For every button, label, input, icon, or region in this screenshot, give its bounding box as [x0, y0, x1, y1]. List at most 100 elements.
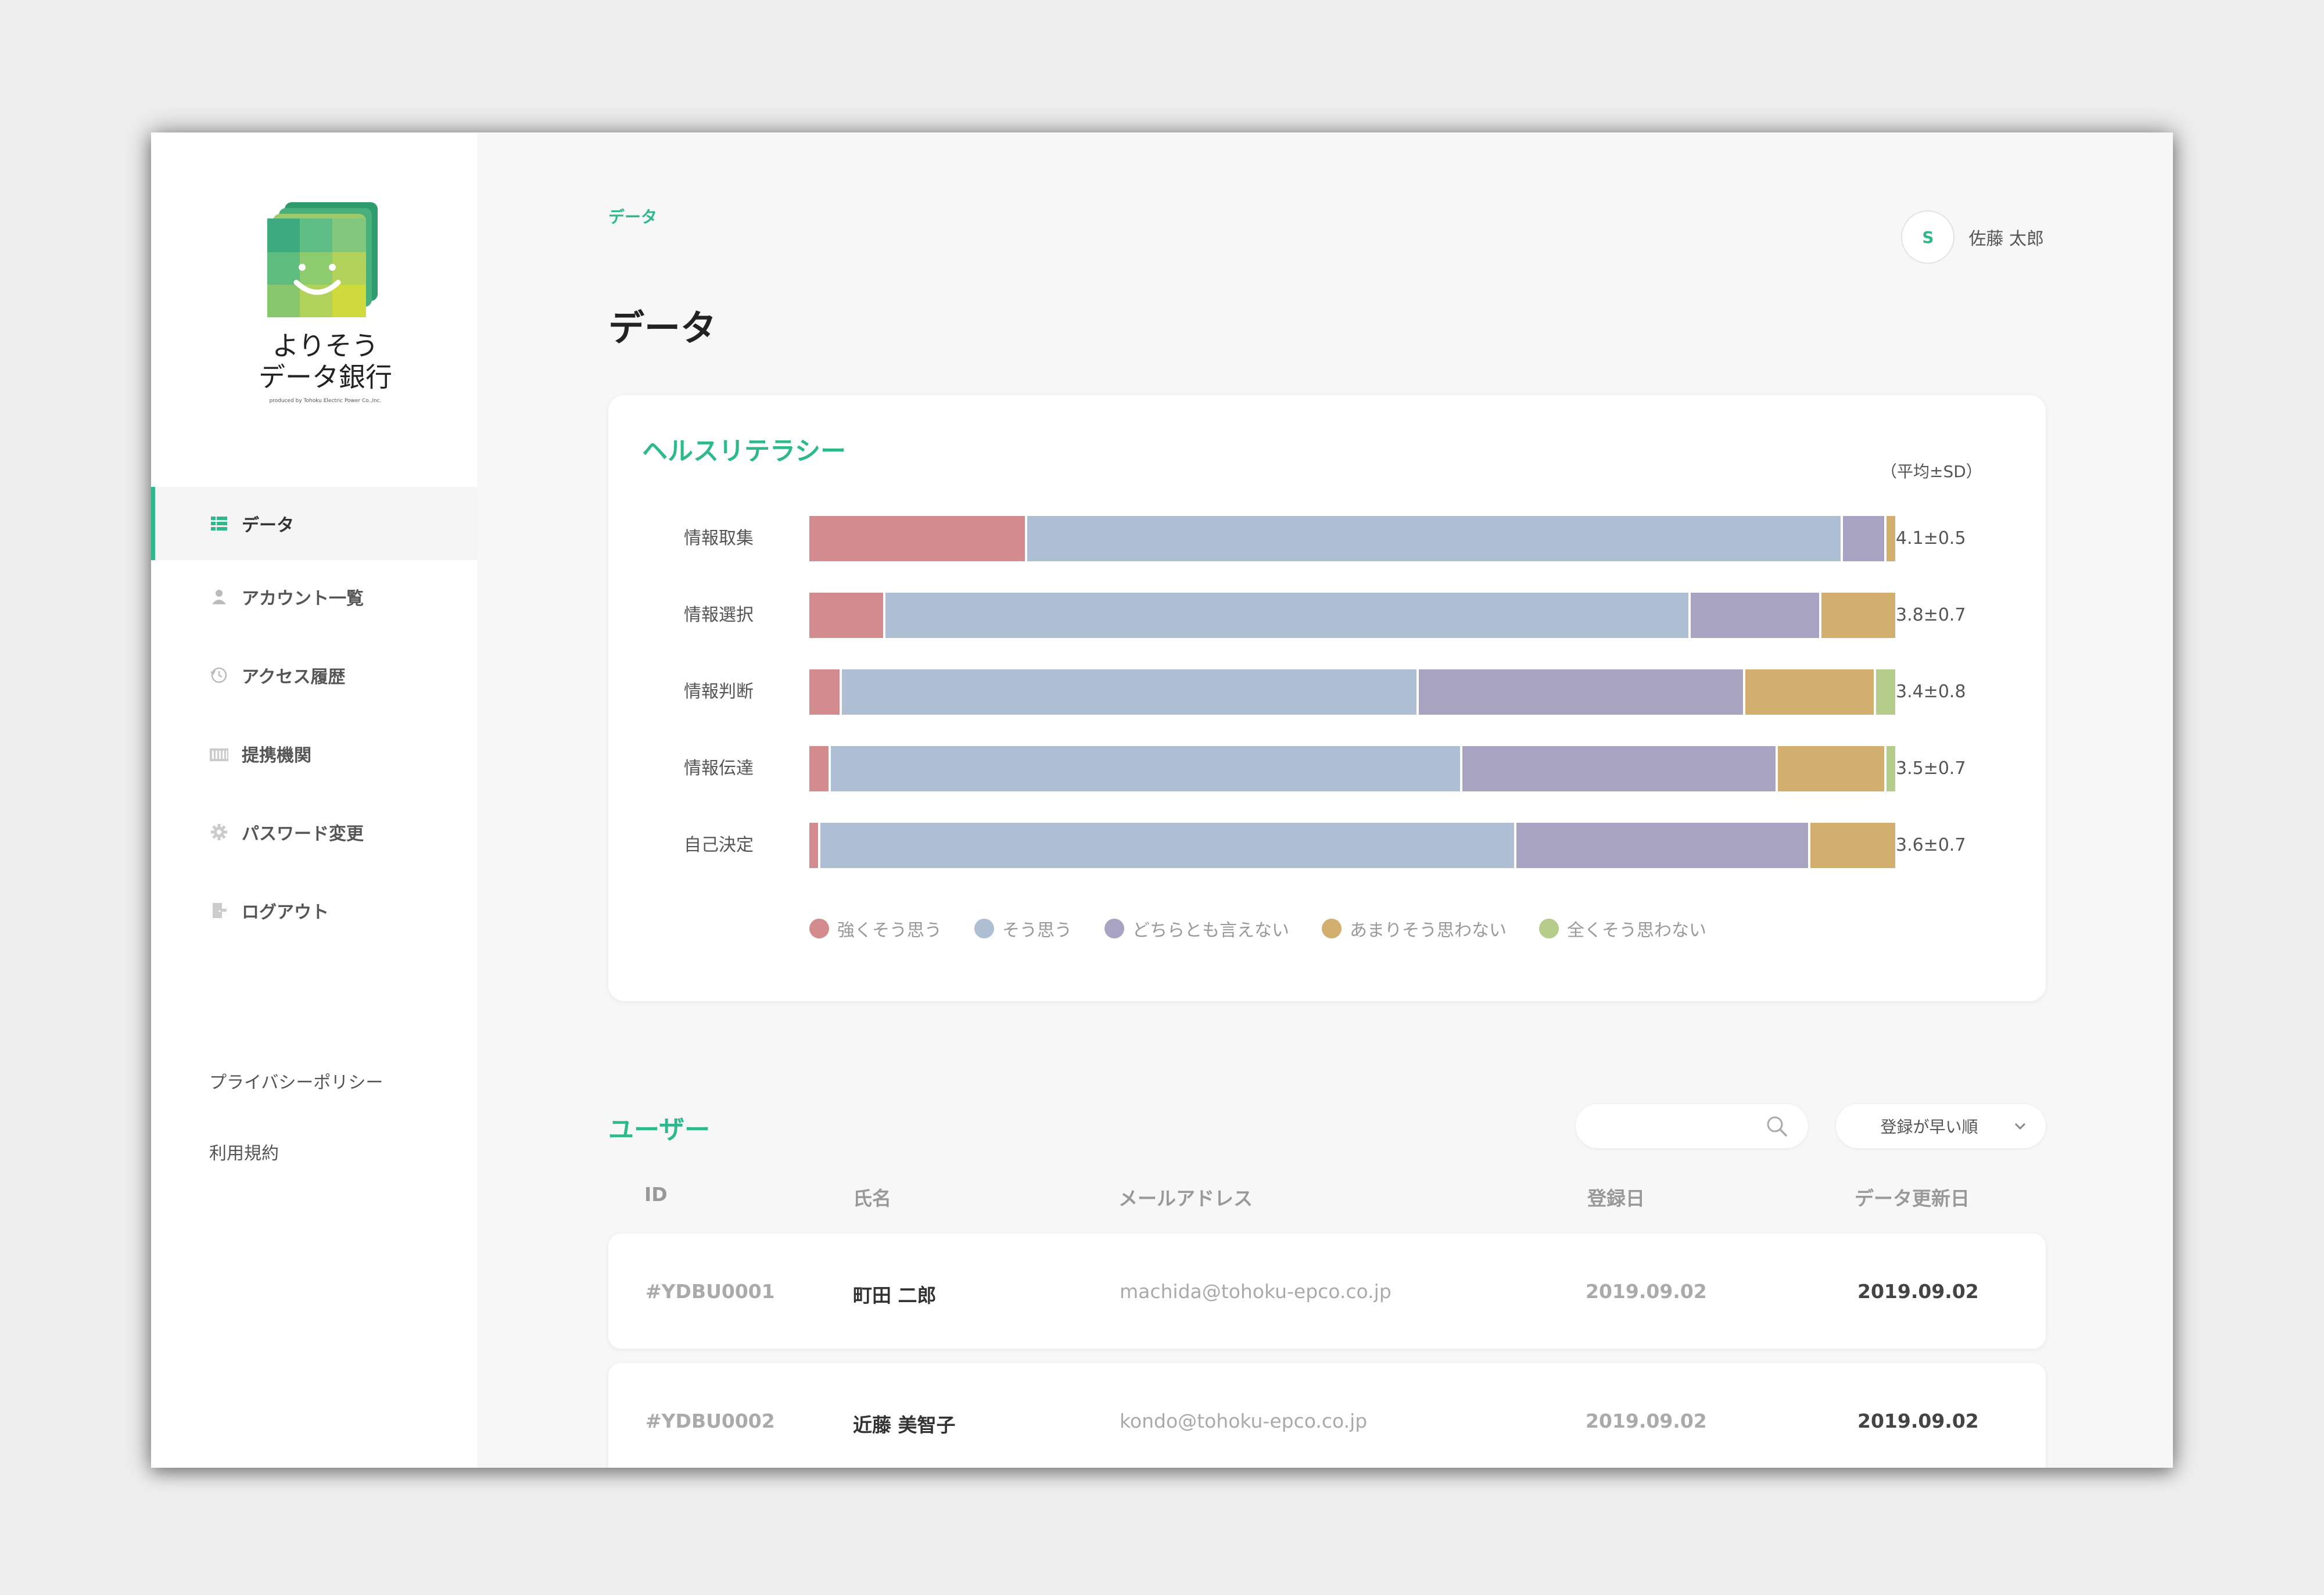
bar-stat-label: 3.4±0.8: [1896, 682, 1966, 702]
bar-segment: [1821, 593, 1895, 638]
sidebar-item-label: アカウント一覧: [242, 589, 364, 609]
legend-swatch: [1539, 919, 1559, 938]
page-title: データ: [608, 307, 717, 349]
bar-segment: [885, 593, 1689, 638]
sidebar-item-label: ログアウト: [242, 902, 329, 923]
cell-id: #YDBU0001: [645, 1280, 775, 1303]
column-header-updated: データ更新日: [1855, 1187, 1970, 1210]
bar-segment: [1691, 593, 1819, 638]
bar-segment: [831, 746, 1460, 791]
bar-segment: [809, 516, 1025, 561]
legend-item: あまりそう思わない: [1322, 916, 1507, 941]
sidebar-item-label: データ: [242, 515, 294, 536]
legend-swatch: [1322, 919, 1342, 938]
cell-name: 町田 二郎: [853, 1284, 937, 1307]
user-menu[interactable]: S 佐藤 太郎: [1901, 210, 2044, 264]
bar-category-label: 情報選択: [684, 605, 754, 625]
bar-segment: [842, 669, 1416, 715]
legend-swatch: [1104, 919, 1124, 938]
legend-item: そう思う: [974, 916, 1072, 941]
bar-category-label: 情報取集: [684, 528, 754, 549]
bar-segment: [1777, 746, 1885, 791]
legend-swatch: [974, 919, 994, 938]
health-literacy-card: ヘルスリテラシー （平均±SD） 情報取集 4.1±0.5 情報選択 3.8±0.7 情…: [608, 395, 2046, 1001]
cell-name: 近藤 美智子: [853, 1414, 956, 1436]
search-icon: [1767, 1116, 1787, 1137]
bar-segment: [1887, 746, 1895, 791]
main-content: データ データ S 佐藤 太郎 ヘルスリテラシー （平均±SD） 情報取集 4.1…: [477, 132, 2173, 1468]
gear-icon: [209, 822, 229, 842]
legend-label: 強くそう思う: [837, 920, 942, 941]
table-row[interactable]: #YDBU0002 近藤 美智子 kondo@tohoku-epco.co.jp…: [608, 1363, 2046, 1468]
privacy-policy-link[interactable]: プライバシーポリシー: [209, 1068, 383, 1103]
sidebar-item-label: パスワード変更: [242, 824, 364, 844]
sidebar-item-label: 提携機関: [242, 745, 311, 766]
users-table-header: ID 氏名 メールアドレス 登録日 データ更新日: [608, 1183, 2046, 1218]
brand-tagline: produced by Tohoku Electric Power Co.,In…: [269, 398, 382, 404]
legend-item: 強くそう思う: [809, 916, 942, 941]
cell-id: #YDBU0002: [645, 1410, 775, 1432]
sidebar-item-partners[interactable]: 提携機関: [151, 717, 477, 790]
bar-segment: [1810, 823, 1895, 868]
users-section-title: ユーザー: [608, 1115, 711, 1145]
sidebar-item-logout[interactable]: ログアウト: [151, 874, 477, 947]
bar-stat-label: 4.1±0.5: [1896, 528, 1966, 549]
bar-segment: [1462, 746, 1776, 791]
logout-door-icon: [209, 901, 229, 920]
breadcrumb[interactable]: データ: [608, 205, 657, 228]
smiley-logo-icon: [267, 202, 378, 317]
bar-stat-label: 3.8±0.7: [1896, 605, 1966, 625]
bar-segment: [1887, 516, 1895, 561]
bar-category-label: 自己決定: [684, 835, 754, 855]
cell-email: machida@tohoku-epco.co.jp: [1120, 1280, 1391, 1303]
bar-segment: [809, 823, 818, 868]
terms-of-use-link[interactable]: 利用規約: [209, 1139, 383, 1174]
cell-updated: 2019.09.02: [1857, 1410, 1979, 1432]
sidebar-item-data[interactable]: データ: [151, 487, 477, 560]
sidebar: よりそう データ銀行 produced by Tohoku Electric P…: [151, 132, 477, 1468]
bar-stat-label: 3.5±0.7: [1896, 758, 1966, 779]
brand-name-line2: データ銀行: [259, 361, 392, 393]
brand-name-line1: よりそう: [272, 330, 379, 361]
bar-category-label: 情報伝達: [684, 758, 754, 779]
stacked-bar-chart: 情報取集 4.1±0.5 情報選択 3.8±0.7 情報判断 3.4±0.8 情報伝達 3.5…: [608, 395, 2046, 1001]
building-icon: [209, 744, 229, 764]
bar-segment: [809, 746, 829, 791]
bar-segment: [1875, 669, 1895, 715]
bar-segment: [820, 823, 1515, 868]
bar-segment: [1027, 516, 1841, 561]
sidebar-footer: プライバシーポリシー 利用規約: [209, 1068, 383, 1210]
column-header-id: ID: [644, 1183, 668, 1206]
bar-segment: [1843, 516, 1885, 561]
column-header-registered: 登録日: [1587, 1187, 1645, 1210]
table-row[interactable]: #YDBU0001 町田 二郎 machida@tohoku-epco.co.j…: [608, 1234, 2046, 1349]
legend-label: 全くそう思わない: [1567, 920, 1706, 941]
sidebar-item-change-password[interactable]: パスワード変更: [151, 795, 477, 869]
avatar: S: [1901, 210, 1955, 264]
cell-registered: 2019.09.02: [1586, 1280, 1707, 1303]
bar-segment: [1418, 669, 1743, 715]
bar-category-label: 情報判断: [684, 682, 754, 702]
sidebar-item-access-history[interactable]: アクセス履歴: [151, 639, 477, 712]
grid-list-icon: [209, 514, 229, 533]
chart-legend: 強くそう思う そう思う どちらとも言えない あまりそう思わない 全くそう思わない: [809, 916, 1739, 941]
column-header-email: メールアドレス: [1118, 1187, 1253, 1210]
brand-name: よりそう データ銀行: [244, 330, 407, 393]
column-header-name: 氏名: [853, 1187, 891, 1210]
cell-registered: 2019.09.02: [1586, 1410, 1707, 1432]
chevron-down-icon: [2014, 1123, 2026, 1130]
legend-label: あまりそう思わない: [1350, 920, 1507, 941]
user-name: 佐藤 太郎: [1968, 229, 2044, 249]
history-clock-icon: [209, 665, 229, 685]
sidebar-item-accounts[interactable]: アカウント一覧: [151, 560, 477, 633]
legend-item: どちらとも言えない: [1104, 916, 1289, 941]
bar-segment: [809, 593, 884, 638]
sidebar-item-label: アクセス履歴: [242, 667, 346, 687]
sort-selected-value: 登録が早い順: [1880, 1117, 1978, 1137]
legend-swatch: [809, 919, 829, 938]
search-input[interactable]: [1576, 1104, 1808, 1148]
legend-label: どちらとも言えない: [1132, 920, 1289, 941]
sort-select[interactable]: 登録が早い順: [1836, 1104, 2046, 1148]
legend-item: 全くそう思わない: [1539, 916, 1706, 941]
bar-stat-label: 3.6±0.7: [1896, 835, 1966, 855]
